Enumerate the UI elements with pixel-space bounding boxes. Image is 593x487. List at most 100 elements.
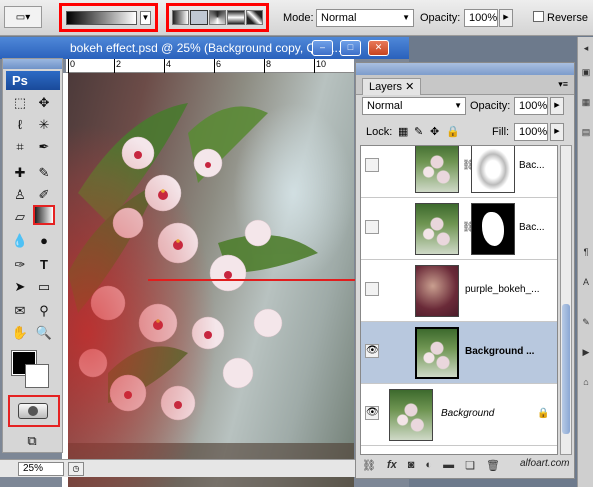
close-icon[interactable]: ✕ <box>405 81 414 93</box>
zoom-tool-icon[interactable]: 🔍 <box>33 323 55 343</box>
path-selection-tool-icon[interactable]: ➤ <box>9 277 31 297</box>
photoshop-logo: Ps <box>6 71 60 90</box>
diamond-gradient-button[interactable] <box>245 10 264 25</box>
mask-icon[interactable]: ◙ <box>408 459 415 475</box>
visibility-toggle[interactable] <box>365 282 379 296</box>
layer-opacity-slider-button[interactable]: ▶ <box>550 97 564 115</box>
color-icon[interactable]: ▦ <box>580 97 592 111</box>
angle-gradient-button[interactable] <box>208 10 227 25</box>
layer-thumbnail[interactable] <box>415 146 459 193</box>
eye-icon[interactable]: 👁 <box>365 344 379 358</box>
dock-arrow-icon[interactable]: ◂ <box>580 43 592 57</box>
lock-transparent-icon[interactable]: ▦ <box>398 125 408 138</box>
fill-field[interactable]: 100% <box>514 123 548 141</box>
brushes-icon[interactable]: ✎ <box>580 317 592 331</box>
move-tool-icon[interactable]: ✥ <box>33 93 55 113</box>
opacity-field[interactable]: 100% <box>464 9 498 27</box>
lasso-tool-icon[interactable]: ℓ <box>9 115 31 135</box>
layer-row[interactable]: ⛓ Bac... <box>361 198 557 260</box>
background-color-swatch[interactable] <box>25 364 49 388</box>
layer-opacity-field[interactable]: 100% <box>514 97 548 115</box>
magic-wand-tool-icon[interactable]: ✳ <box>33 115 55 135</box>
navigator-icon[interactable]: ▣ <box>580 67 592 81</box>
clone-stamp-tool-icon[interactable]: ♙ <box>9 185 31 205</box>
zoom-field[interactable]: 25% <box>18 462 64 476</box>
quick-mask-icon[interactable] <box>18 403 48 419</box>
ruler-tick: 4 <box>164 59 171 73</box>
reflected-gradient-button[interactable] <box>227 10 245 25</box>
opacity-slider-button[interactable]: ▶ <box>499 9 513 27</box>
gradient-sample[interactable] <box>66 11 137 25</box>
visibility-toggle[interactable] <box>365 220 379 234</box>
layer-mask-thumbnail[interactable] <box>471 146 515 193</box>
hand-tool-icon[interactable]: ✋ <box>9 323 31 343</box>
layer-row[interactable]: ⛓ Bac... <box>361 146 557 198</box>
minimize-button[interactable]: – <box>312 40 333 56</box>
dodge-tool-icon[interactable]: ● <box>33 231 55 251</box>
zoom-menu-button[interactable]: ◷ <box>68 462 84 476</box>
marquee-tool-icon[interactable]: ⬚ <box>9 93 31 113</box>
layer-row-selected[interactable]: 👁 Background ... <box>361 322 557 384</box>
reverse-checkbox[interactable] <box>533 11 544 22</box>
actions-icon[interactable]: ▶ <box>580 347 592 361</box>
gradient-tool-icon[interactable] <box>33 205 55 225</box>
fx-icon[interactable]: fx <box>387 459 397 475</box>
new-layer-icon[interactable]: ❏ <box>465 459 475 475</box>
brush-tool-icon[interactable]: ✎ <box>33 163 55 183</box>
healing-brush-tool-icon[interactable]: ✚ <box>9 163 31 183</box>
link-icon[interactable]: ⛓ <box>362 459 376 475</box>
chevron-down-icon[interactable]: ▼ <box>140 11 151 25</box>
crop-tool-icon[interactable]: ⌗ <box>9 137 31 157</box>
linear-gradient-button[interactable] <box>172 10 190 25</box>
panel-header[interactable] <box>356 63 574 75</box>
mode-select[interactable]: Normal ▼ <box>316 9 414 27</box>
ruler-tick: 10 <box>314 59 326 73</box>
ruler-tick: 2 <box>114 59 121 73</box>
blend-mode-select[interactable]: Normal ▼ <box>362 97 466 115</box>
fill-slider-button[interactable]: ▶ <box>550 123 564 141</box>
layer-thumbnail[interactable] <box>389 389 433 441</box>
layer-row[interactable]: purple_bokeh_... <box>361 260 557 322</box>
panel-menu-icon[interactable]: ▾≡ <box>558 79 568 90</box>
type-tool-icon[interactable]: T <box>33 255 55 275</box>
tab-layers[interactable]: Layers ✕ <box>362 78 422 95</box>
tool-preset-picker[interactable]: ▭▾ <box>4 6 42 28</box>
layer-thumbnail[interactable] <box>415 203 459 255</box>
gradient-type-group <box>166 3 269 32</box>
adjustment-icon[interactable]: ◐ <box>425 459 432 475</box>
visibility-toggle[interactable] <box>365 158 379 172</box>
reverse-label: Reverse <box>547 12 588 24</box>
layers-scrollbar[interactable] <box>560 145 572 455</box>
layer-mask-thumbnail[interactable] <box>471 203 515 255</box>
eyedropper-tool-icon[interactable]: ✒ <box>33 137 55 157</box>
blur-tool-icon[interactable]: 💧 <box>9 231 31 251</box>
screen-mode-icon[interactable]: ⧉ <box>21 431 43 451</box>
layer-row[interactable]: 👁 Background 🔒 <box>361 384 557 446</box>
layer-thumbnail[interactable] <box>415 265 459 317</box>
lock-icon: 🔒 <box>537 408 550 419</box>
close-button[interactable]: ✕ <box>368 40 389 56</box>
image-canvas[interactable] <box>68 73 354 487</box>
pen-tool-icon[interactable]: ✑ <box>9 255 31 275</box>
character-icon[interactable]: A <box>580 277 592 291</box>
layer-thumbnail[interactable] <box>415 327 459 379</box>
history-brush-tool-icon[interactable]: ✐ <box>33 185 55 205</box>
trash-icon[interactable]: 🗑 <box>486 459 500 475</box>
eye-icon[interactable]: 👁 <box>365 406 379 420</box>
lock-all-icon[interactable]: 🔒 <box>446 125 460 138</box>
paragraph-icon[interactable]: ¶ <box>580 247 592 261</box>
folder-icon[interactable]: ▬ <box>443 459 454 475</box>
radial-gradient-button[interactable] <box>190 10 208 25</box>
lock-image-icon[interactable]: ✎ <box>414 125 423 138</box>
shape-tool-icon[interactable]: ▭ <box>33 277 55 297</box>
eyedropper-icon[interactable]: ⚲ <box>33 301 55 321</box>
eraser-tool-icon[interactable]: ▱ <box>9 207 31 227</box>
toolbox-header[interactable] <box>3 59 62 69</box>
notes-tool-icon[interactable]: ✉ <box>9 301 31 321</box>
scrollbar-thumb[interactable] <box>562 304 570 434</box>
fill-value: 100% <box>519 126 548 138</box>
swatches-icon[interactable]: ▤ <box>580 127 592 141</box>
history-icon[interactable]: ⌂ <box>580 377 592 391</box>
maximize-button[interactable]: □ <box>340 40 361 56</box>
lock-position-icon[interactable]: ✥ <box>430 125 439 138</box>
